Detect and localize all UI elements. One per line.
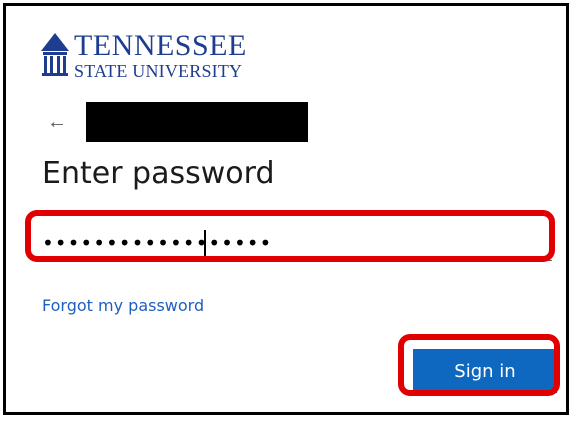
redacted-username [86,102,308,142]
university-logo: TENNESSEE STATE UNIVERSITY [39,31,247,80]
logo-line-1: TENNESSEE [74,29,247,62]
password-highlight-annotation [25,210,555,262]
tsu-building-icon [41,33,69,76]
page-title: Enter password [42,156,275,191]
sign-in-highlight-annotation [398,334,560,396]
arrow-left-icon[interactable]: ← [46,111,68,133]
identity-row: ← [46,102,308,142]
logo-line-2: STATE UNIVERSITY [74,61,243,81]
forgot-password-link[interactable]: Forgot my password [42,296,204,315]
logo-wordmark: TENNESSEE STATE UNIVERSITY [74,29,247,81]
